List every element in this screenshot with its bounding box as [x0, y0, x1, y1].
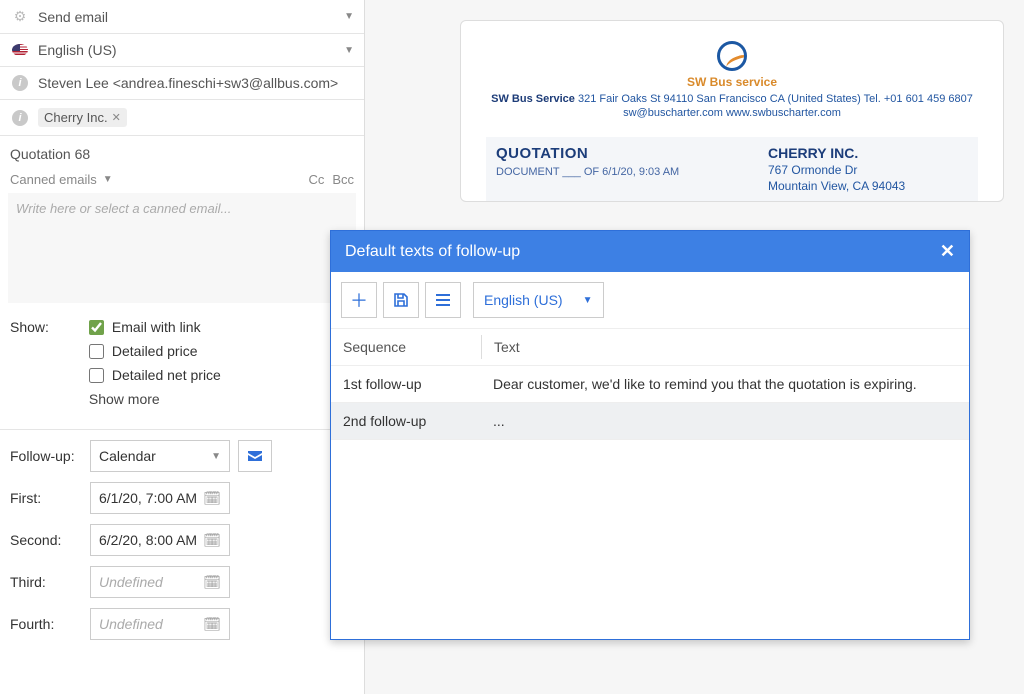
- chevron-down-icon: ▼: [211, 451, 221, 462]
- followup-select[interactable]: Calendar ▼: [90, 440, 230, 472]
- company-contact: sw@buscharter.com www.swbuscharter.com: [486, 107, 978, 119]
- followup-texts-table: Sequence Text 1st follow-up Dear custome…: [331, 329, 969, 639]
- save-button[interactable]: [383, 282, 419, 318]
- subject-text: Quotation 68: [10, 146, 90, 162]
- calendar-icon[interactable]: 🗓: [203, 574, 221, 591]
- second-label: Second:: [10, 532, 90, 548]
- followup-texts-modal: Default texts of follow-up ✕ ＋ English (…: [330, 230, 970, 640]
- close-icon[interactable]: ✕: [940, 241, 955, 262]
- quotation-subtitle: DOCUMENT ___ OF 6/1/20, 9:03 AM: [496, 166, 768, 178]
- language-label: English (US): [38, 42, 344, 58]
- plus-icon: ＋: [350, 287, 368, 313]
- opt-label: Detailed net price: [112, 367, 221, 383]
- modal-title: Default texts of follow-up: [345, 243, 520, 261]
- save-icon: [393, 292, 409, 308]
- company-logo-icon: [717, 41, 747, 71]
- followup-label: Follow-up:: [10, 448, 90, 464]
- company-address-line: SW Bus Service 321 Fair Oaks St 94110 Sa…: [486, 93, 978, 105]
- checkbox-detailed-price[interactable]: [89, 344, 104, 359]
- send-email-label: Send email: [38, 9, 344, 25]
- chevron-down-icon: ▼: [103, 174, 113, 185]
- add-button[interactable]: ＋: [341, 282, 377, 318]
- flag-us-icon: [10, 44, 30, 56]
- email-body-input[interactable]: Write here or select a canned email...: [8, 193, 356, 303]
- calendar-icon[interactable]: 🗓: [203, 616, 221, 633]
- company-row[interactable]: i Cherry Inc. ✕: [0, 100, 364, 136]
- language-row[interactable]: English (US) ▼: [0, 34, 364, 67]
- canned-emails-dropdown[interactable]: Canned emails ▼: [10, 172, 113, 187]
- company-name: SW Bus Service: [491, 93, 575, 105]
- first-date-input[interactable]: 6/1/20, 7:00 AM 🗓: [90, 482, 230, 514]
- checkbox-detailed-net[interactable]: [89, 368, 104, 383]
- gear-icon: ⚙: [10, 8, 30, 25]
- list-icon: [435, 293, 451, 307]
- customer-addr1: 767 Ormonde Dr: [768, 163, 968, 177]
- canned-emails-label: Canned emails: [10, 172, 97, 187]
- third-date-input[interactable]: Undefined 🗓: [90, 566, 230, 598]
- opt-email-with-link[interactable]: Email with link: [89, 319, 221, 335]
- quotation-preview: SW Bus service SW Bus Service 321 Fair O…: [460, 20, 1004, 202]
- subject-field[interactable]: Quotation 68: [0, 136, 364, 168]
- opt-label: Email with link: [112, 319, 201, 335]
- chevron-down-icon: ▼: [583, 295, 593, 306]
- company-tag[interactable]: Cherry Inc. ✕: [38, 108, 127, 127]
- chevron-down-icon[interactable]: ▼: [344, 45, 354, 56]
- second-date-value: 6/2/20, 8:00 AM: [99, 532, 197, 548]
- brand-name: SW Bus service: [486, 75, 978, 89]
- modal-language-select[interactable]: English (US) ▼: [473, 282, 604, 318]
- chevron-down-icon[interactable]: ▼: [344, 11, 354, 22]
- opt-detailed-net-price[interactable]: Detailed net price: [89, 367, 221, 383]
- send-email-row[interactable]: ⚙ Send email ▼: [0, 0, 364, 34]
- bcc-button[interactable]: Bcc: [332, 172, 354, 187]
- email-body-placeholder: Write here or select a canned email...: [16, 201, 231, 216]
- fourth-date-input[interactable]: Undefined 🗓: [90, 608, 230, 640]
- company-tag-label: Cherry Inc.: [44, 110, 108, 125]
- customer-name: CHERRY INC.: [768, 145, 968, 161]
- first-date-value: 6/1/20, 7:00 AM: [99, 490, 197, 506]
- recipient-row[interactable]: i Steven Lee <andrea.fineschi+sw3@allbus…: [0, 67, 364, 100]
- list-button[interactable]: [425, 282, 461, 318]
- info-icon: i: [10, 110, 30, 126]
- company-address: 321 Fair Oaks St 94110 San Francisco CA …: [578, 93, 973, 105]
- calendar-icon[interactable]: 🗓: [203, 490, 221, 507]
- info-icon: i: [10, 75, 30, 91]
- followup-templates-button[interactable]: [238, 440, 272, 472]
- second-date-input[interactable]: 6/2/20, 8:00 AM 🗓: [90, 524, 230, 556]
- followup-select-value: Calendar: [99, 448, 156, 464]
- modal-language-value: English (US): [484, 292, 563, 308]
- opt-detailed-price[interactable]: Detailed price: [89, 343, 221, 359]
- show-more-link[interactable]: Show more: [89, 391, 160, 407]
- third-label: Third:: [10, 574, 90, 590]
- row-seq: 1st follow-up: [331, 366, 481, 402]
- opt-label: Detailed price: [112, 343, 198, 359]
- third-date-placeholder: Undefined: [99, 574, 163, 590]
- cc-button[interactable]: Cc: [308, 172, 324, 187]
- col-text: Text: [482, 329, 969, 365]
- customer-addr2: Mountain View, CA 94043: [768, 179, 968, 193]
- table-row[interactable]: 2nd follow-up ...: [331, 403, 969, 440]
- checkbox-email-link[interactable]: [89, 320, 104, 335]
- quotation-title: QUOTATION: [496, 145, 768, 162]
- show-label: Show:: [10, 319, 85, 335]
- recipient-text: Steven Lee <andrea.fineschi+sw3@allbus.c…: [38, 75, 354, 91]
- row-text: Dear customer, we'd like to remind you t…: [481, 366, 969, 402]
- inbox-icon: [246, 449, 264, 463]
- remove-tag-icon[interactable]: ✕: [112, 111, 121, 124]
- fourth-date-placeholder: Undefined: [99, 616, 163, 632]
- col-sequence: Sequence: [331, 329, 481, 365]
- fourth-label: Fourth:: [10, 616, 90, 632]
- table-row[interactable]: 1st follow-up Dear customer, we'd like t…: [331, 366, 969, 403]
- row-text: ...: [481, 403, 969, 439]
- first-label: First:: [10, 490, 90, 506]
- row-seq: 2nd follow-up: [331, 403, 481, 439]
- calendar-icon[interactable]: 🗓: [203, 532, 221, 549]
